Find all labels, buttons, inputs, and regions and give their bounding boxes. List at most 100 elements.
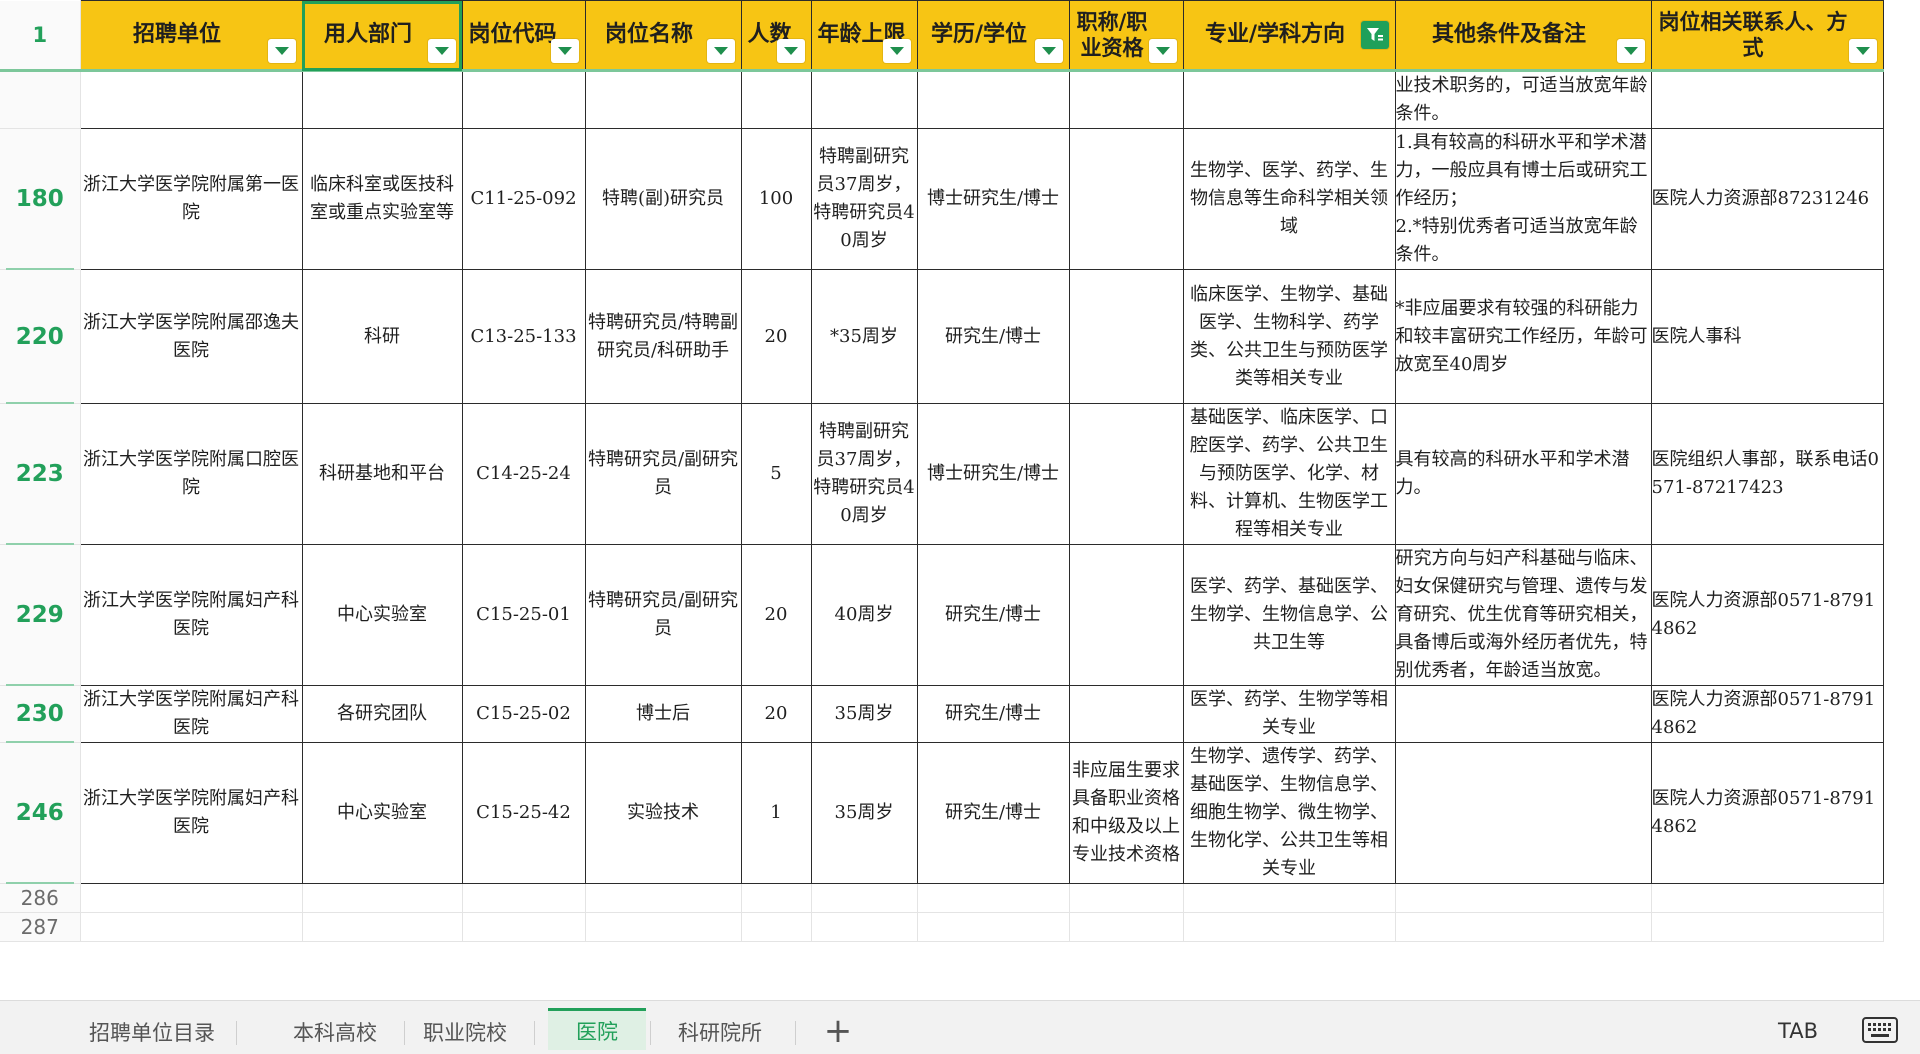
cell-title-qualification[interactable] (1068, 128, 1184, 270)
cell-position-code[interactable]: C15-25-01 (461, 544, 586, 686)
empty-cell[interactable] (1182, 883, 1396, 913)
empty-cell[interactable] (584, 912, 742, 942)
column-header-department[interactable]: 用人部门 (301, 0, 463, 72)
sheet-tab[interactable]: 招聘单位目录 (72, 1011, 232, 1053)
keyboard-icon[interactable] (1862, 1017, 1898, 1043)
column-header-employer[interactable]: 招聘单位 (79, 0, 303, 72)
cell-headcount[interactable]: 20 (740, 269, 812, 404)
cell-education[interactable]: 博士研究生/博士 (916, 128, 1070, 270)
cell-department[interactable]: 各研究团队 (301, 685, 463, 743)
cell-headcount[interactable]: 20 (740, 544, 812, 686)
cell-education[interactable]: 研究生/博士 (916, 544, 1070, 686)
cell-major[interactable]: 临床医学、生物学、基础医学、生物科学、药学类、公共卫生与预防医学类等相关专业 (1182, 269, 1396, 404)
triangle-down-icon[interactable] (706, 39, 735, 63)
empty-cell[interactable] (740, 883, 812, 913)
sheet-tab[interactable]: 职业院校 (400, 1011, 530, 1053)
cell-major[interactable]: 基础医学、临床医学、口腔医学、药学、公共卫生与预防医学、化学、材料、计算机、生物… (1182, 403, 1396, 545)
cell-other-conditions[interactable]: 业技术职务的，可适当放宽年龄条件。 (1394, 70, 1652, 129)
cell-department[interactable]: 科研基地和平台 (301, 403, 463, 545)
empty-cell[interactable] (1068, 883, 1184, 913)
empty-cell[interactable] (810, 912, 918, 942)
column-header-position-name[interactable]: 岗位名称 (584, 0, 742, 72)
cell-education[interactable]: 研究生/博士 (916, 269, 1070, 404)
cell-title-qualification[interactable] (1068, 403, 1184, 545)
cell-age-limit[interactable]: 35周岁 (810, 685, 918, 743)
cell-department[interactable]: 临床科室或医技科室或重点实验室等 (301, 128, 463, 270)
cell-age-limit[interactable] (810, 70, 918, 129)
cell-position-code[interactable]: C13-25-133 (461, 269, 586, 404)
cell-other-conditions[interactable] (1394, 685, 1652, 743)
cell-title-qualification[interactable] (1068, 685, 1184, 743)
empty-cell[interactable] (301, 883, 463, 913)
tab-key-label[interactable]: TAB (1778, 1019, 1818, 1043)
row-number[interactable]: 1 (0, 0, 81, 72)
triangle-down-icon[interactable] (776, 39, 805, 63)
empty-cell[interactable] (1650, 912, 1884, 942)
triangle-down-icon[interactable] (427, 39, 456, 63)
empty-cell[interactable] (301, 912, 463, 942)
cell-headcount[interactable]: 1 (740, 742, 812, 884)
cell-employer[interactable] (79, 70, 303, 129)
cell-other-conditions[interactable]: 1.具有较高的科研水平和学术潜力，一般应具有博士后或研究工作经历； 2.*特别优… (1394, 128, 1652, 270)
triangle-down-icon[interactable] (1848, 39, 1877, 63)
cell-education[interactable]: 博士研究生/博士 (916, 403, 1070, 545)
empty-cell[interactable] (740, 912, 812, 942)
cell-contact[interactable] (1650, 70, 1884, 129)
cell-major[interactable] (1182, 70, 1396, 129)
empty-cell[interactable] (916, 912, 1070, 942)
cell-major[interactable]: 生物学、医学、药学、生物信息等生命科学相关领域 (1182, 128, 1396, 270)
sheet-tab[interactable]: 本科高校 (270, 1011, 400, 1053)
row-number[interactable]: 220 (0, 269, 81, 404)
cell-title-qualification[interactable] (1068, 269, 1184, 404)
cell-employer[interactable]: 浙江大学医学院附属妇产科医院 (79, 742, 303, 884)
cell-employer[interactable]: 浙江大学医学院附属妇产科医院 (79, 685, 303, 743)
cell-position-name[interactable]: 特聘研究员/副研究员 (584, 544, 742, 686)
cell-contact[interactable]: 医院人力资源部87231246 (1650, 128, 1884, 270)
empty-cell[interactable] (79, 883, 303, 913)
triangle-down-icon[interactable] (267, 39, 296, 63)
triangle-down-icon[interactable] (1616, 39, 1645, 63)
triangle-down-icon[interactable] (1148, 39, 1177, 63)
cell-other-conditions[interactable] (1394, 742, 1652, 884)
cell-position-name[interactable]: 特聘研究员/副研究员 (584, 403, 742, 545)
cell-position-code[interactable] (461, 70, 586, 129)
cell-age-limit[interactable]: *35周岁 (810, 269, 918, 404)
cell-headcount[interactable]: 20 (740, 685, 812, 743)
row-number[interactable]: 287 (0, 912, 81, 942)
column-header-other-conditions[interactable]: 其他条件及备注 (1394, 0, 1652, 72)
cell-title-qualification[interactable] (1068, 544, 1184, 686)
triangle-down-icon[interactable] (882, 39, 911, 63)
cell-employer[interactable]: 浙江大学医学院附属第一医院 (79, 128, 303, 270)
add-sheet-button[interactable]: + (820, 1013, 856, 1049)
row-number[interactable]: 180 (0, 128, 81, 270)
cell-department[interactable] (301, 70, 463, 129)
cell-employer[interactable]: 浙江大学医学院附属邵逸夫医院 (79, 269, 303, 404)
cell-position-code[interactable]: C15-25-42 (461, 742, 586, 884)
cell-age-limit[interactable]: 35周岁 (810, 742, 918, 884)
cell-department[interactable]: 中心实验室 (301, 544, 463, 686)
cell-position-name[interactable] (584, 70, 742, 129)
cell-major[interactable]: 生物学、遗传学、药学、基础医学、生物信息学、细胞生物学、微生物学、生物化学、公共… (1182, 742, 1396, 884)
triangle-down-icon[interactable] (550, 39, 579, 63)
cell-position-code[interactable]: C15-25-02 (461, 685, 586, 743)
empty-cell[interactable] (1394, 883, 1652, 913)
cell-title-qualification[interactable]: 非应届生要求具备职业资格和中级及以上专业技术资格 (1068, 742, 1184, 884)
cell-contact[interactable]: 医院人力资源部0571-87914862 (1650, 685, 1884, 743)
cell-title-qualification[interactable] (1068, 70, 1184, 129)
row-number[interactable]: 229 (0, 544, 81, 686)
cell-contact[interactable]: 医院人事科 (1650, 269, 1884, 404)
row-number[interactable]: 246 (0, 742, 81, 884)
cell-other-conditions[interactable]: 具有较高的科研水平和学术潜力。 (1394, 403, 1652, 545)
column-header-major[interactable]: 专业/学科方向 (1182, 0, 1396, 72)
cell-position-name[interactable]: 实验技术 (584, 742, 742, 884)
triangle-down-icon[interactable] (1034, 39, 1063, 63)
cell-headcount[interactable]: 100 (740, 128, 812, 270)
cell-age-limit[interactable]: 特聘副研究员37周岁，特聘研究员40周岁 (810, 128, 918, 270)
column-header-position-code[interactable]: 岗位代码 (461, 0, 586, 72)
cell-contact[interactable]: 医院组织人事部，联系电话0571-87217423 (1650, 403, 1884, 545)
cell-position-code[interactable]: C14-25-24 (461, 403, 586, 545)
cell-position-name[interactable]: 博士后 (584, 685, 742, 743)
cell-major[interactable]: 医学、药学、基础医学、生物学、生物信息学、公共卫生等 (1182, 544, 1396, 686)
row-number[interactable]: 230 (0, 685, 81, 743)
empty-cell[interactable] (810, 883, 918, 913)
